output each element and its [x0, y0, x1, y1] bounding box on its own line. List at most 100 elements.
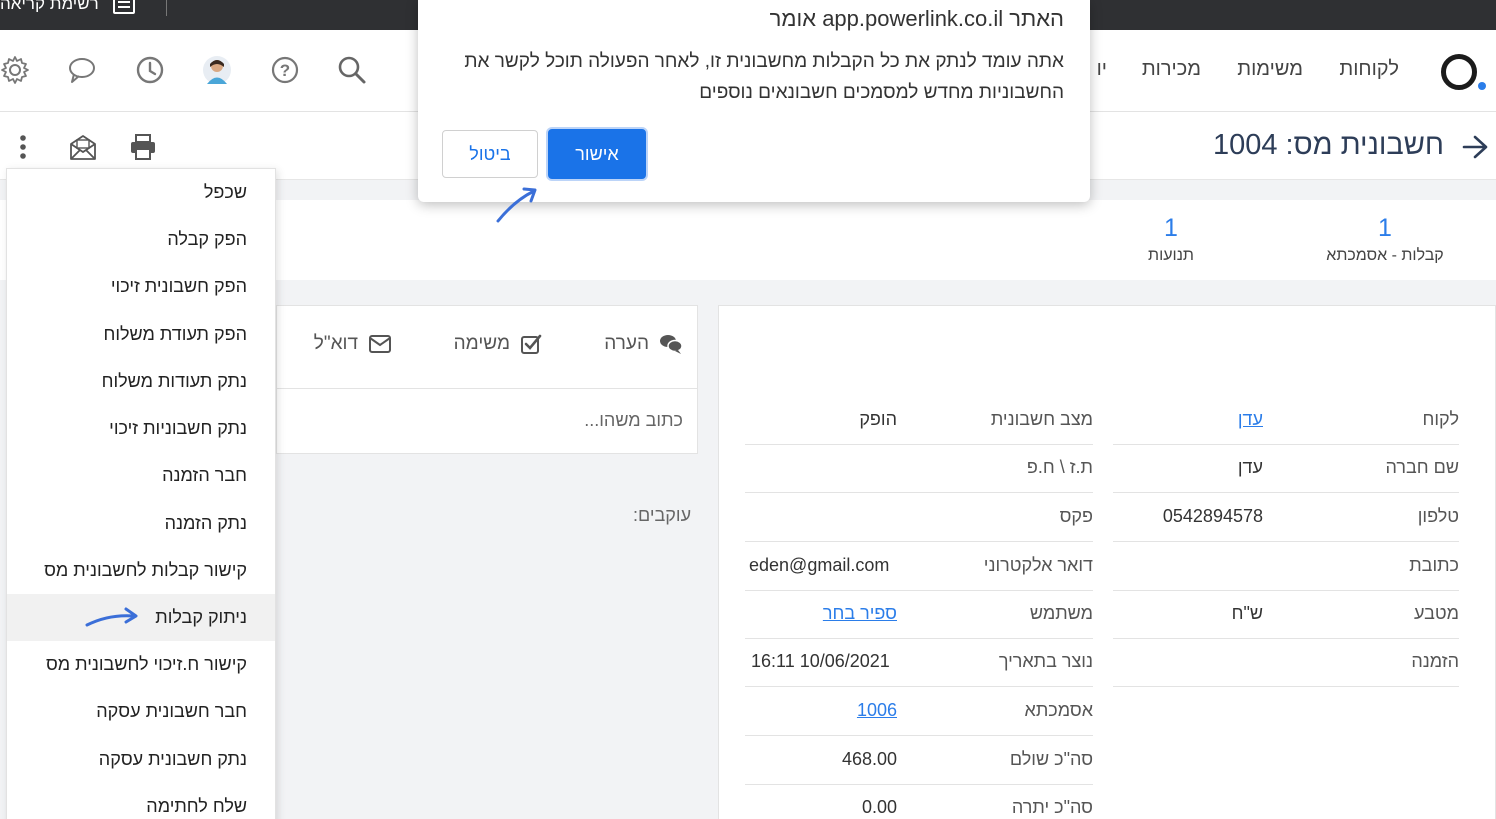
- customer-link[interactable]: עדן: [1238, 409, 1263, 430]
- field-reference: אסמכתא 1006: [745, 688, 1093, 736]
- field-label: שם חברה: [1385, 457, 1459, 477]
- field-label: מצב חשבונית: [990, 409, 1093, 429]
- field-label: הזמנה: [1411, 651, 1459, 671]
- stat-receipts-count: 1: [1378, 214, 1392, 242]
- email-document-icon[interactable]: [68, 132, 98, 162]
- svg-text:?: ?: [280, 61, 290, 80]
- field-total-paid: סה"כ שולם 468.00: [745, 737, 1093, 785]
- nav-item-sales[interactable]: מכירות: [1142, 58, 1201, 81]
- help-icon[interactable]: ?: [270, 55, 300, 85]
- confirm-dialog: האתר app.powerlink.co.il אומר אתה עומד ל…: [418, 0, 1090, 202]
- stat-receipts-label: קבלות - אסמכתא: [1326, 247, 1444, 264]
- menu-item-unlink-credit-invoices[interactable]: נתק חשבוניות זיכוי: [7, 405, 275, 452]
- stat-transactions-count: 1: [1164, 214, 1178, 242]
- tab-task-label: משימה: [453, 333, 510, 354]
- activity-tabs: הערה משימה דוא"ל: [277, 306, 697, 389]
- dialog-title: האתר app.powerlink.co.il אומר: [769, 6, 1064, 31]
- menu-item-issue-credit-invoice[interactable]: הפק חשבונית זיכוי: [7, 263, 275, 310]
- activity-panel: הערה משימה דוא"ל כתוב משהו...: [276, 305, 698, 454]
- field-label: סה"כ שולם: [1009, 749, 1093, 769]
- field-balance: סה"כ יתרה 0.00: [745, 785, 1093, 819]
- field-value: עדן: [1237, 457, 1263, 477]
- reading-list-label: רשימת קריאה: [0, 0, 99, 13]
- field-label: משתמש: [1029, 603, 1093, 623]
- field-label: כתובת: [1409, 555, 1459, 575]
- ok-button[interactable]: אישור: [548, 129, 646, 179]
- user-link[interactable]: ספיר בחר: [823, 603, 897, 624]
- back-arrow-icon[interactable]: [1460, 132, 1490, 162]
- menu-item-link-credit-to-invoice[interactable]: קישור ח.זיכוי לחשבונית מס: [7, 641, 275, 688]
- powerlink-logo[interactable]: [1441, 54, 1477, 90]
- tab-note[interactable]: הערה: [604, 333, 683, 355]
- cancel-button[interactable]: ביטול: [442, 130, 538, 178]
- field-value: eden@gmail.com: [749, 555, 890, 575]
- menu-item-duplicate[interactable]: שכפל: [7, 169, 275, 216]
- field-created-date: נוצר בתאריך 16:11 10/06/2021: [745, 639, 1093, 687]
- chat-icon[interactable]: [67, 55, 97, 85]
- field-label: טלפון: [1417, 506, 1459, 526]
- field-user: משתמש ספיר בחר: [745, 591, 1093, 639]
- avatar[interactable]: [202, 55, 232, 85]
- field-label: פקס: [1059, 506, 1093, 526]
- field-customer: לקוח עדן: [1113, 397, 1459, 445]
- stat-receipts[interactable]: 1 קבלות - אסמכתא: [1320, 214, 1450, 265]
- print-icon[interactable]: [128, 132, 158, 162]
- field-address: כתובת: [1113, 543, 1459, 591]
- menu-item-unlink-receipts[interactable]: ניתוק קבלות: [7, 594, 275, 641]
- checkbox-icon: [521, 334, 542, 354]
- activity-input[interactable]: כתוב משהו...: [584, 410, 683, 431]
- menu-item-link-order[interactable]: חבר הזמנה: [7, 452, 275, 499]
- field-value: 0542894578: [1162, 506, 1263, 526]
- nav-item-customers[interactable]: לקוחות: [1339, 58, 1399, 81]
- reading-list-button[interactable]: רשימת קריאה: [0, 0, 160, 16]
- page-title: חשבונית מס: 1004: [1212, 129, 1444, 161]
- field-value: ש"ח: [1231, 603, 1263, 623]
- menu-item-link-receipts-to-invoice[interactable]: קישור קבלות לחשבונית מס: [7, 547, 275, 594]
- stat-transactions[interactable]: 1 תנועות: [1131, 214, 1211, 265]
- menu-item-unlink-delivery-notes[interactable]: נתק תעודות משלוח: [7, 358, 275, 405]
- tab-email-label: דוא"ל: [313, 333, 358, 354]
- comments-icon: [660, 335, 683, 354]
- nav-item-calendar[interactable]: יו: [1097, 58, 1107, 81]
- menu-item-unlink-order[interactable]: נתק הזמנה: [7, 500, 275, 547]
- field-label: דואר אלקטרוני: [983, 555, 1093, 575]
- followers-label: עוקבים:: [633, 505, 692, 525]
- clock-icon[interactable]: [135, 55, 165, 85]
- reference-link[interactable]: 1006: [857, 700, 897, 721]
- dialog-message: אתה עומד לנתק את כל הקבלות מחשבונית זו, …: [464, 51, 1064, 103]
- menu-item-issue-delivery-note[interactable]: הפק תעודת משלוח: [7, 311, 275, 358]
- menu-item-link-transaction-invoice[interactable]: חבר חשבונית עסקה: [7, 688, 275, 735]
- field-company-name: שם חברה עדן: [1113, 445, 1459, 493]
- field-invoice-status: מצב חשבונית הופק: [745, 397, 1093, 445]
- field-value: 16:11 10/06/2021: [751, 651, 890, 671]
- field-currency: מטבע ש"ח: [1113, 591, 1459, 639]
- more-options-icon[interactable]: [8, 132, 38, 162]
- field-email: דואר אלקטרוני eden@gmail.com: [745, 543, 1093, 591]
- menu-item-issue-receipt[interactable]: הפק קבלה: [7, 216, 275, 263]
- envelope-icon: [369, 335, 391, 353]
- divider: [166, 0, 167, 16]
- gear-icon[interactable]: [0, 55, 30, 85]
- tab-task[interactable]: משימה: [454, 333, 542, 355]
- field-label: ת.ז \ ח.פ: [1026, 457, 1093, 477]
- field-label: נוצר בתאריך: [998, 651, 1093, 671]
- field-order: הזמנה: [1113, 639, 1459, 687]
- annotation-arrow: [496, 187, 537, 223]
- invoice-details-card: לקוח עדן שם חברה עדן טלפון 0542894578 כת…: [718, 305, 1496, 819]
- field-fax: פקס: [745, 494, 1093, 542]
- field-label: מטבע: [1414, 603, 1459, 623]
- tab-email[interactable]: דוא"ל: [314, 333, 392, 355]
- logo-dot: [1478, 82, 1486, 90]
- menu-item-send-for-signature[interactable]: שלח לחתימה: [7, 783, 275, 819]
- nav-item-tasks[interactable]: משימות: [1237, 58, 1303, 81]
- field-value: 468.00: [841, 749, 897, 769]
- field-id-number: ת.ז \ ח.פ: [745, 445, 1093, 493]
- search-icon[interactable]: [337, 55, 367, 85]
- field-label: אסמכתא: [1024, 700, 1093, 720]
- field-label: לקוח: [1422, 409, 1459, 429]
- menu-item-unlink-transaction-invoice[interactable]: נתק חשבונית עסקה: [7, 736, 275, 783]
- reading-list-icon: [112, 0, 135, 14]
- tab-note-label: הערה: [604, 333, 649, 354]
- field-value: 0.00: [861, 797, 897, 817]
- field-value: הופק: [859, 409, 897, 429]
